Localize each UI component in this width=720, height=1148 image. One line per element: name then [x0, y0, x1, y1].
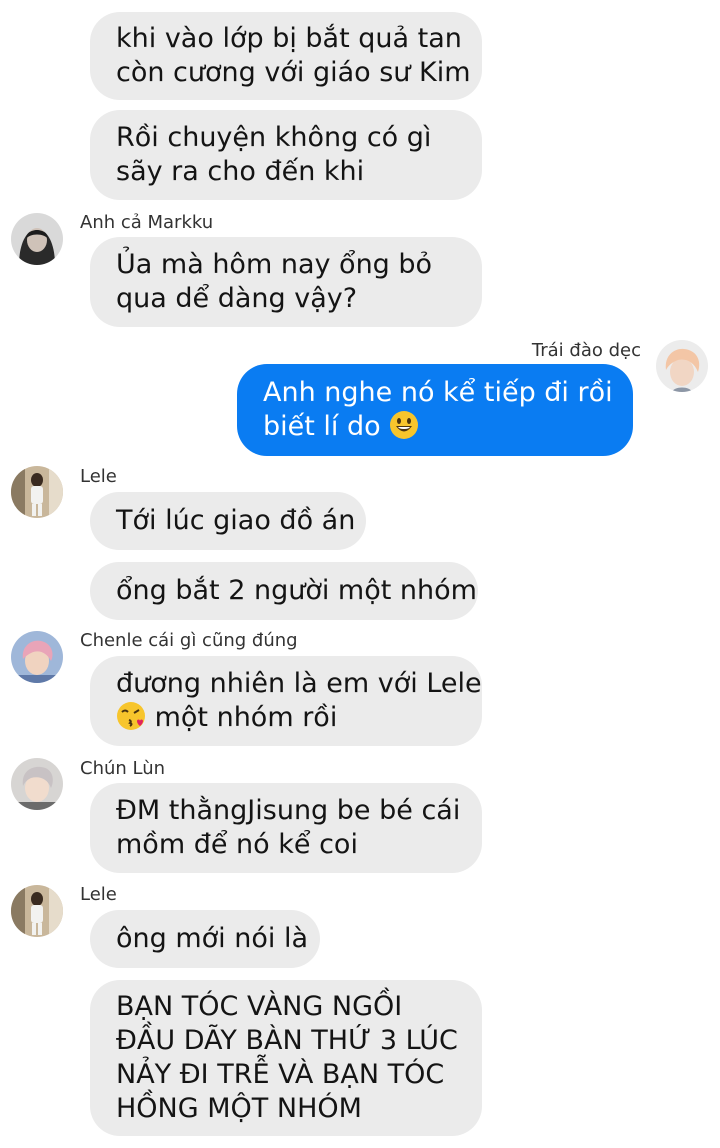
message-text: một nhóm rồi: [154, 702, 338, 733]
message-text: đương nhiên là em với Lele: [116, 668, 482, 699]
avatar[interactable]: [656, 340, 708, 392]
message-bubble[interactable]: ông mới nói là: [90, 910, 320, 968]
message-text: Anh nghe nó kể tiếp đi rồi: [263, 377, 613, 408]
sender-name: Chún Lùn: [80, 758, 166, 779]
message-text: qua dể dàng vậy?: [116, 283, 358, 314]
avatar[interactable]: [11, 631, 63, 683]
message-text: ĐẦU DÃY BÀN THỨ 3 LÚC: [116, 1025, 458, 1056]
sender-name: Lele: [80, 884, 117, 905]
message-bubble-outgoing[interactable]: Anh nghe nó kể tiếp đi rồi biết lí do: [237, 364, 633, 456]
message-bubble[interactable]: Ủa mà hôm nay ổng bỏ qua dể dàng vậy?: [90, 237, 482, 327]
message-bubble[interactable]: đương nhiên là em với Lele một nhóm rồi: [90, 656, 482, 746]
message-text: sãy ra cho đến khi: [116, 156, 365, 187]
message-text: NẢY ĐI TRỄ VÀ BẠN TÓC: [116, 1059, 445, 1090]
avatar[interactable]: [11, 213, 63, 265]
message-text: HỒNG MỘT NHÓM: [116, 1093, 362, 1124]
message-text: Ủa mà hôm nay ổng bỏ: [116, 249, 433, 280]
sender-name: Trái đào dẹc: [531, 340, 641, 361]
message-text: khi vào lớp bị bắt quả tan: [116, 23, 462, 54]
sender-name: Anh cả Markku: [80, 212, 214, 233]
message-bubble[interactable]: ĐM thằngJisung be bé cái mồm để nó kể co…: [90, 783, 482, 873]
message-bubble[interactable]: BẠN TÓC VÀNG NGỒI ĐẦU DÃY BÀN THỨ 3 LÚC …: [90, 980, 482, 1136]
avatar[interactable]: [11, 466, 63, 518]
message-text: ĐM thằngJisung be bé cái: [116, 795, 461, 826]
avatar[interactable]: [11, 885, 63, 937]
sender-name: Chenle cái gì cũng đúng: [80, 630, 298, 651]
message-text: ông mới nói là: [116, 923, 309, 954]
message-text: Tới lúc giao đồ án: [116, 505, 356, 536]
message-text: Rồi chuyện không có gì: [116, 122, 432, 153]
message-text: ổng bắt 2 người một nhóm: [116, 575, 477, 606]
message-text: còn cương với giáo sư Kim: [116, 57, 471, 88]
avatar[interactable]: [11, 758, 63, 810]
message-bubble[interactable]: khi vào lớp bị bắt quả tan còn cương với…: [90, 12, 482, 100]
grinning-face-emoji-icon: [389, 410, 419, 440]
sender-name: Lele: [80, 466, 117, 487]
message-bubble[interactable]: Rồi chuyện không có gì sãy ra cho đến kh…: [90, 110, 482, 200]
message-text: mồm để nó kể coi: [116, 829, 358, 860]
message-text: BẠN TÓC VÀNG NGỒI: [116, 991, 403, 1022]
message-bubble[interactable]: ổng bắt 2 người một nhóm: [90, 562, 478, 620]
message-bubble[interactable]: Tới lúc giao đồ án: [90, 492, 366, 550]
message-text: biết lí do: [263, 411, 381, 442]
face-blowing-kiss-emoji-icon: [116, 701, 146, 731]
